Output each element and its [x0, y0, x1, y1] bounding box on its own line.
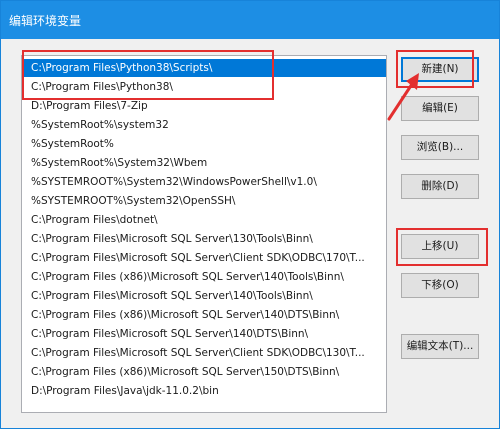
- path-list-item-text: %SystemRoot%: [31, 138, 114, 150]
- path-list-item-text: C:\Program Files\Microsoft SQL Server\14…: [31, 290, 313, 302]
- edit-button[interactable]: 编辑(E): [401, 96, 479, 121]
- path-list-item-text: %SystemRoot%\System32\Wbem: [31, 157, 208, 169]
- path-list-item[interactable]: C:\Program Files\Microsoft SQL Server\Cl…: [22, 344, 386, 362]
- path-list-item-text: C:\Program Files\Microsoft SQL Server\Cl…: [31, 252, 365, 264]
- path-list-item-text: %SYSTEMROOT%\System32\WindowsPowerShell\…: [31, 176, 317, 188]
- path-list-item[interactable]: C:\Program Files\Python38\: [22, 78, 386, 96]
- path-list-item[interactable]: %SYSTEMROOT%\System32\WindowsPowerShell\…: [22, 173, 386, 191]
- edit-env-variable-dialog: 编辑环境变量 C:\Program Files\Python38\Scripts…: [0, 0, 500, 429]
- path-list-item-text: C:\Program Files (x86)\Microsoft SQL Ser…: [31, 366, 340, 378]
- browse-button[interactable]: 浏览(B)...: [401, 135, 479, 160]
- path-list-item[interactable]: C:\Program Files (x86)\Microsoft SQL Ser…: [22, 306, 386, 324]
- path-list-item-text: C:\Program Files\Python38\Scripts\: [31, 62, 213, 74]
- path-list-item[interactable]: C:\Program Files\Microsoft SQL Server\14…: [22, 287, 386, 305]
- path-list-item-text: %SystemRoot%\system32: [31, 119, 169, 131]
- path-list-item[interactable]: C:\Program Files\Microsoft SQL Server\14…: [22, 325, 386, 343]
- move-down-button[interactable]: 下移(O): [401, 273, 479, 298]
- path-list-item[interactable]: %SYSTEMROOT%\System32\OpenSSH\: [22, 192, 386, 210]
- edit-text-button[interactable]: 编辑文本(T)...: [401, 334, 479, 359]
- path-list-item-text: D:\Program Files\7-Zip: [31, 100, 148, 112]
- path-list-item-text: C:\Program Files\Microsoft SQL Server\13…: [31, 233, 313, 245]
- new-button[interactable]: 新建(N): [401, 57, 479, 82]
- delete-button[interactable]: 删除(D): [401, 174, 479, 199]
- path-list-item[interactable]: %SystemRoot%: [22, 135, 386, 153]
- path-list[interactable]: C:\Program Files\Python38\Scripts\ C:\Pr…: [21, 55, 387, 413]
- path-list-item-text: C:\Program Files\Microsoft SQL Server\Cl…: [31, 347, 365, 359]
- path-list-item[interactable]: %SystemRoot%\system32: [22, 116, 386, 134]
- path-list-item-text: C:\Program Files\dotnet\: [31, 214, 158, 226]
- path-list-item-text: C:\Program Files\Microsoft SQL Server\14…: [31, 328, 309, 340]
- path-list-item-text: C:\Program Files (x86)\Microsoft SQL Ser…: [31, 309, 340, 321]
- move-up-button[interactable]: 上移(U): [401, 234, 479, 259]
- path-list-item[interactable]: D:\Program Files\7-Zip: [22, 97, 386, 115]
- path-list-item-text: C:\Program Files\Python38\: [31, 81, 173, 93]
- window-title: 编辑环境变量: [9, 14, 82, 28]
- path-list-item[interactable]: C:\Program Files (x86)\Microsoft SQL Ser…: [22, 268, 386, 286]
- path-list-item-text: C:\Program Files (x86)\Microsoft SQL Ser…: [31, 271, 344, 283]
- path-list-item[interactable]: C:\Program Files\Python38\Scripts\: [22, 59, 386, 77]
- path-list-item[interactable]: C:\Program Files\dotnet\: [22, 211, 386, 229]
- path-list-item[interactable]: C:\Program Files\Microsoft SQL Server\13…: [22, 230, 386, 248]
- path-list-item[interactable]: %SystemRoot%\System32\Wbem: [22, 154, 386, 172]
- title-bar[interactable]: 编辑环境变量: [1, 1, 499, 39]
- path-list-item[interactable]: C:\Program Files\Microsoft SQL Server\Cl…: [22, 249, 386, 267]
- path-list-item[interactable]: D:\Program Files\Java\jdk-11.0.2\bin: [22, 382, 386, 400]
- path-list-item[interactable]: C:\Program Files (x86)\Microsoft SQL Ser…: [22, 363, 386, 381]
- path-list-item-text: %SYSTEMROOT%\System32\OpenSSH\: [31, 195, 236, 207]
- path-list-item-text: D:\Program Files\Java\jdk-11.0.2\bin: [31, 385, 219, 397]
